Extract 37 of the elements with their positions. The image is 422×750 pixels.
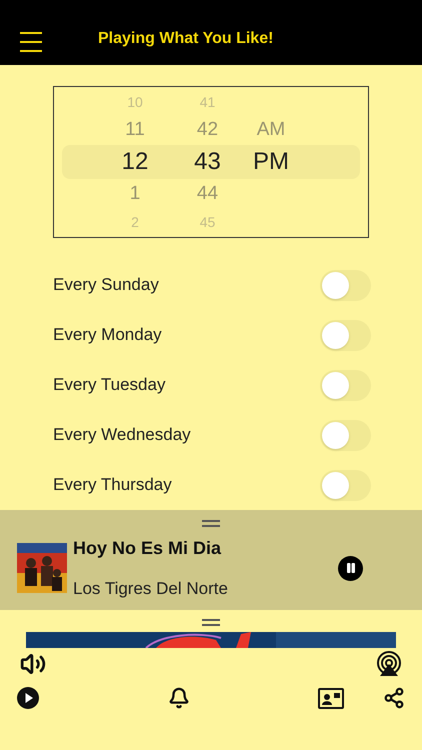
share-icon[interactable] xyxy=(382,687,405,709)
minute-option[interactable]: 41 xyxy=(200,92,216,112)
menu-button[interactable] xyxy=(20,31,42,53)
app-title: Playing What You Like! xyxy=(98,29,274,49)
airplay-icon[interactable] xyxy=(376,651,402,677)
schedule-label: Every Thursday xyxy=(53,474,172,496)
period-option[interactable]: PM xyxy=(253,144,289,180)
toggle-switch[interactable] xyxy=(320,470,371,500)
minute-option[interactable]: 43 xyxy=(194,144,221,180)
time-picker[interactable]: 10 11 12 1 2 41 42 43 44 45 AM PM xyxy=(53,86,369,238)
minute-option[interactable]: 44 xyxy=(196,180,218,208)
schedule-label: Every Tuesday xyxy=(53,374,166,396)
minute-option[interactable]: 45 xyxy=(200,212,216,232)
schedule-label: Every Monday xyxy=(53,324,162,346)
hour-option[interactable]: 12 xyxy=(122,144,148,180)
toggle-switch[interactable] xyxy=(320,420,371,450)
drag-handle-icon[interactable] xyxy=(202,520,220,527)
pause-button[interactable] xyxy=(338,556,363,581)
volume-icon[interactable] xyxy=(20,651,46,677)
contact-card-icon[interactable] xyxy=(318,688,344,708)
play-icon[interactable] xyxy=(17,687,39,709)
hour-option[interactable]: 11 xyxy=(125,116,145,144)
toggle-switch[interactable] xyxy=(320,270,371,300)
minute-option[interactable]: 42 xyxy=(196,116,218,144)
pause-icon xyxy=(344,562,356,574)
toggle-switch[interactable] xyxy=(320,320,371,350)
toggle-switch[interactable] xyxy=(320,370,371,400)
hour-option[interactable]: 1 xyxy=(130,180,140,208)
schedule-label: Every Sunday xyxy=(53,274,159,296)
bell-icon[interactable] xyxy=(168,687,190,709)
period-option[interactable]: AM xyxy=(256,116,286,144)
artist-name: Los Tigres Del Norte xyxy=(73,578,229,600)
schedule-label: Every Wednesday xyxy=(53,424,191,446)
song-title: Hoy No Es Mi Dia xyxy=(73,537,222,560)
drag-handle-icon[interactable] xyxy=(202,619,220,626)
hour-option[interactable]: 2 xyxy=(131,212,139,232)
hour-option[interactable]: 10 xyxy=(127,92,143,112)
